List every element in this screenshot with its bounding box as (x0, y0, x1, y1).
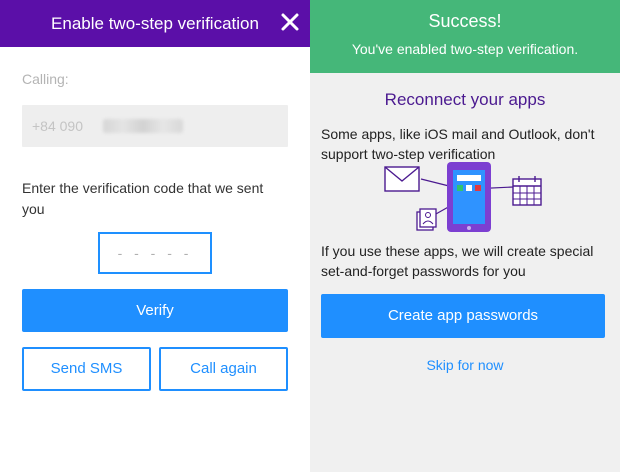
mail-icon (384, 166, 420, 192)
calling-label: Calling: (22, 71, 69, 87)
contacts-icon (416, 208, 437, 231)
send-sms-button[interactable]: Send SMS (22, 347, 151, 391)
phone-number-field: +84 090 (22, 105, 288, 147)
reconnect-apps-illustration (384, 162, 542, 232)
success-subtitle: You've enabled two-step verification. (351, 41, 579, 57)
close-button[interactable] (274, 6, 306, 38)
create-app-passwords-button[interactable]: Create app passwords (321, 294, 605, 338)
verify-button[interactable]: Verify (22, 289, 288, 332)
header-title: Enable two-step verification (51, 14, 259, 33)
skip-for-now-link[interactable]: Skip for now (310, 357, 620, 373)
calendar-icon (512, 176, 542, 206)
unsupported-apps-text: Some apps, like iOS mail and Outlook, do… (321, 126, 595, 162)
phone-number-text: +84 090 (32, 118, 83, 134)
verification-panel: Enable two-step verification Calling: +8… (0, 0, 310, 472)
reconnect-title: Reconnect your apps (384, 90, 546, 109)
verification-code-input[interactable] (98, 232, 212, 274)
instructions-text: Enter the verification code that we sent… (22, 180, 264, 217)
app-passwords-explanation: If you use these apps, we will create sp… (321, 243, 594, 279)
success-title: Success! (428, 11, 502, 31)
phone-number-redaction (103, 119, 183, 133)
success-panel: Success! You've enabled two-step verific… (310, 0, 620, 472)
call-again-button[interactable]: Call again (159, 347, 288, 391)
close-icon (281, 13, 299, 31)
header-bar: Enable two-step verification (0, 0, 310, 47)
phone-icon (447, 162, 491, 232)
success-banner: Success! You've enabled two-step verific… (310, 0, 620, 73)
